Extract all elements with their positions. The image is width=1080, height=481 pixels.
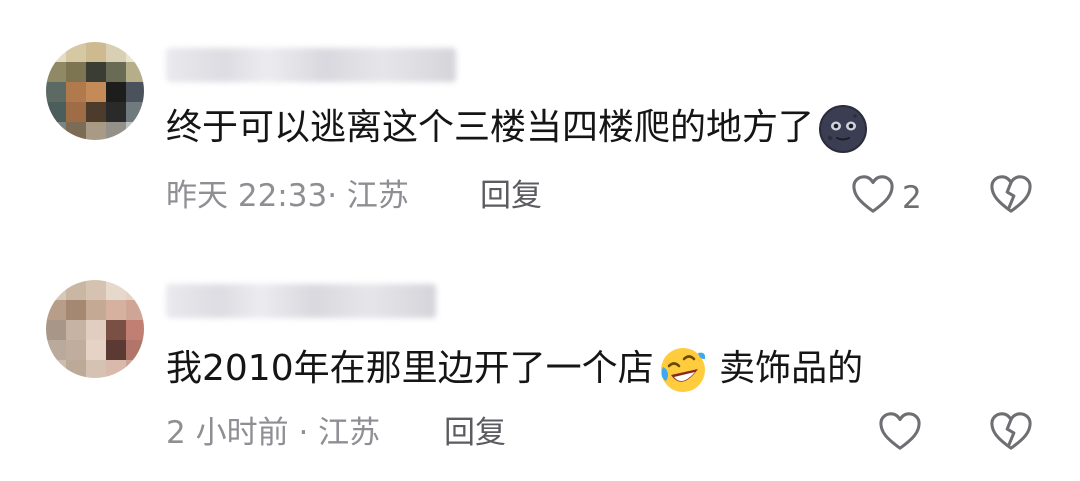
broken-heart-icon bbox=[988, 412, 1034, 456]
username-redacted[interactable] bbox=[166, 48, 456, 82]
rolling-laughing-face-icon bbox=[658, 345, 708, 395]
like-button[interactable]: 2 bbox=[850, 173, 922, 223]
avatar[interactable] bbox=[46, 280, 144, 378]
comment-text-body: 终于可以逃离这个三楼当四楼爬的地方了 bbox=[166, 107, 815, 148]
username-redacted[interactable] bbox=[166, 284, 436, 318]
heart-icon bbox=[877, 410, 923, 460]
like-button[interactable] bbox=[877, 410, 923, 460]
comment-meta: 2 小时前 · 江苏 bbox=[166, 413, 380, 453]
reply-button[interactable]: 回复 bbox=[480, 176, 542, 216]
broken-heart-icon bbox=[988, 175, 1034, 219]
comment-location: · 江苏 bbox=[298, 415, 381, 451]
comment-text-body: 我2010年在那里边开了一个店 bbox=[166, 348, 654, 389]
comment-text: 我2010年在那里边开了一个店 卖饰品的 bbox=[166, 345, 863, 395]
comment-meta: 昨天 22:33· 江苏 bbox=[166, 176, 409, 216]
heart-icon bbox=[850, 173, 896, 223]
comment-time: 昨天 22:33 bbox=[166, 178, 328, 214]
comment-location: · 江苏 bbox=[327, 178, 409, 214]
avatar[interactable] bbox=[46, 42, 144, 140]
like-count: 2 bbox=[902, 180, 922, 216]
comment-text-tail: 卖饰品的 bbox=[707, 348, 864, 389]
new-moon-face-icon bbox=[818, 104, 868, 154]
reply-button[interactable]: 回复 bbox=[444, 413, 506, 453]
dislike-button[interactable] bbox=[988, 173, 1034, 219]
dislike-button[interactable] bbox=[988, 410, 1034, 456]
comment-text: 终于可以逃离这个三楼当四楼爬的地方了 bbox=[166, 104, 868, 154]
comment-time: 2 小时前 bbox=[166, 415, 289, 451]
